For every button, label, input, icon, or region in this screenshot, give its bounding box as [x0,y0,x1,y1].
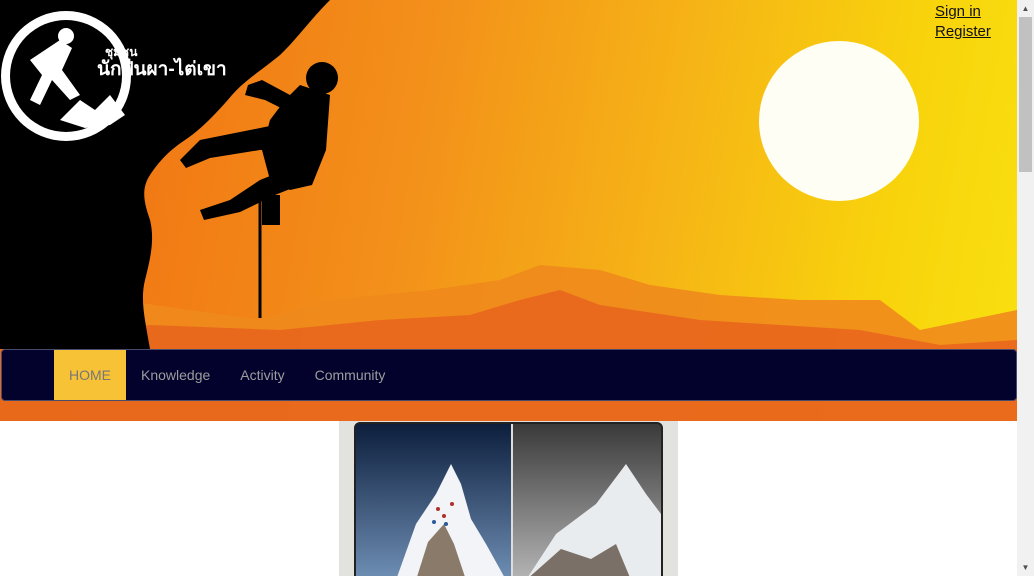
nav-item-knowledge[interactable]: Knowledge [126,350,225,400]
everest-photo [356,424,661,576]
scroll-up-icon[interactable]: ▲ [1017,0,1034,17]
logo-subtitle: ชุมชน [105,45,138,59]
nav-item-home[interactable]: HOME [54,350,126,400]
register-link[interactable]: Register [935,22,991,42]
nav-item-community[interactable]: Community [300,350,401,400]
nav-item-label: Community [314,367,386,383]
nav-item-label: Activity [240,367,285,383]
scroll-thumb[interactable] [1019,17,1032,172]
sun-graphic [759,41,919,201]
sign-in-link[interactable]: Sign in [935,2,991,22]
main-navbar: HOME Knowledge Activity Community [1,349,1017,401]
vertical-scrollbar[interactable]: ▲ ▼ [1017,0,1034,576]
page-viewport: ชุมชน นักปีนผา-ไต่เขา Sign in Register H… [0,0,1017,576]
nav-item-label: HOME [69,367,111,383]
auth-links: Sign in Register [935,2,991,42]
nav-item-activity[interactable]: Activity [225,350,299,400]
nav-item-label: Knowledge [141,367,211,383]
logo-title: นักปีนผา-ไต่เขา [97,59,227,80]
featured-photo[interactable] [354,422,663,576]
scroll-down-icon[interactable]: ▼ [1017,559,1034,576]
logo-text: ชุมชน นักปีนผา-ไต่เขา [97,46,227,79]
